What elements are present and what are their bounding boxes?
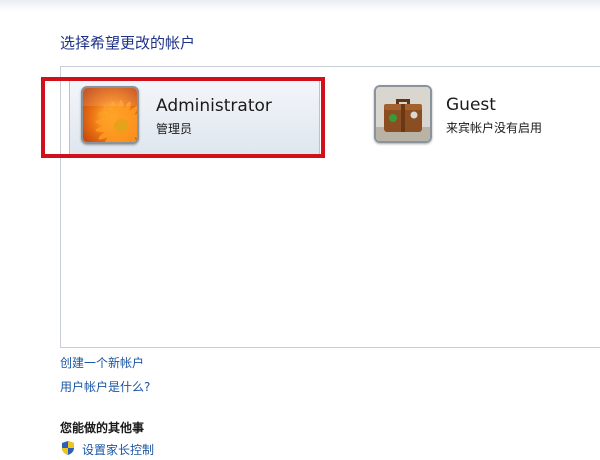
account-tile-guest[interactable]: Guest 来宾帐户没有启用	[372, 79, 592, 155]
account-name: Guest	[446, 95, 496, 115]
what-is-account-link[interactable]: 用户帐户是什么?	[60, 378, 150, 395]
selection-highlight-box	[41, 77, 325, 158]
other-tasks-heading: 您能做的其他事	[60, 421, 145, 435]
create-account-link[interactable]: 创建一个新帐户	[60, 354, 144, 371]
account-status: 来宾帐户没有启用	[446, 121, 543, 135]
window-top-edge	[0, 0, 600, 12]
suitcase-icon	[374, 85, 432, 143]
page-title: 选择希望更改的帐户	[60, 34, 196, 52]
shield-icon	[60, 440, 76, 456]
